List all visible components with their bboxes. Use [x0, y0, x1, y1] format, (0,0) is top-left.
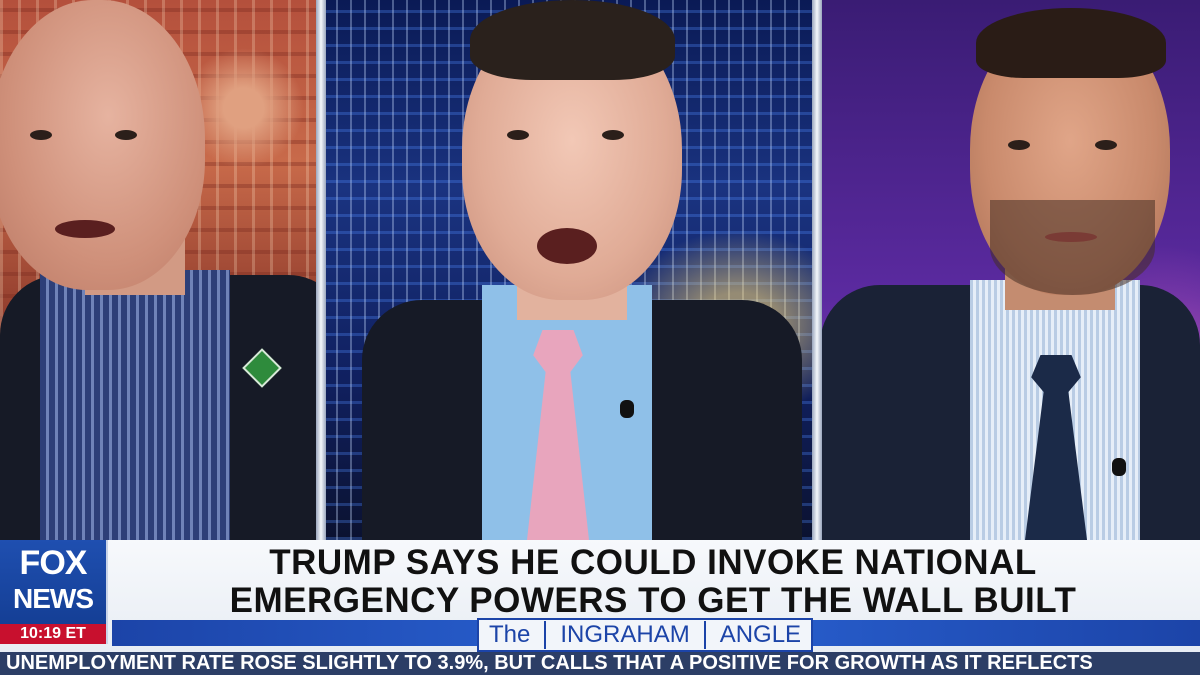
time-clock: 10:19 ET — [0, 624, 106, 644]
headline-line-1: TRUMP SAYS HE COULD INVOKE NATIONAL — [269, 543, 1037, 582]
eye — [30, 130, 52, 140]
eye — [507, 130, 529, 140]
news-ticker: UNEMPLOYMENT RATE ROSE SLIGHTLY TO 3.9%,… — [0, 652, 1200, 675]
eye — [1008, 140, 1030, 150]
hair — [470, 0, 675, 80]
beard — [990, 200, 1155, 295]
striped-shirt — [40, 270, 230, 540]
head — [0, 0, 205, 290]
hair — [976, 8, 1166, 78]
show-name-word: ANGLE — [703, 621, 801, 649]
logo-line-news: NEWS — [13, 583, 94, 614]
mouth — [55, 220, 115, 238]
mouth — [1045, 232, 1097, 242]
video-panel-center-host — [322, 0, 842, 540]
logo-line-fox: FOX — [19, 544, 88, 582]
mouth — [537, 228, 597, 264]
show-name-word: INGRAHAM — [544, 621, 690, 649]
eye — [115, 130, 137, 140]
panel-divider — [812, 0, 822, 540]
fox-news-logo: FOX NEWS 10:19 ET — [0, 540, 108, 644]
lower-third-banner: FOX NEWS 10:19 ET TRUMP SAYS HE COULD IN… — [0, 540, 1200, 652]
video-panel-left-guest — [0, 0, 348, 540]
headline: TRUMP SAYS HE COULD INVOKE NATIONAL EMER… — [118, 544, 1188, 620]
panel-divider — [316, 0, 326, 540]
eye — [602, 130, 624, 140]
show-name: The INGRAHAM ANGLE — [477, 618, 814, 652]
show-name-bar: The INGRAHAM ANGLE — [112, 618, 1200, 652]
headline-line-2: EMERGENCY POWERS TO GET THE WALL BUILT — [229, 581, 1077, 620]
broadcast-frame: FOX NEWS 10:19 ET TRUMP SAYS HE COULD IN… — [0, 0, 1200, 675]
video-panel-right-guest — [820, 0, 1200, 540]
eye — [1095, 140, 1117, 150]
lapel-mic-icon — [620, 400, 634, 418]
lapel-mic-icon — [1112, 458, 1126, 476]
show-name-word: The — [489, 621, 531, 648]
